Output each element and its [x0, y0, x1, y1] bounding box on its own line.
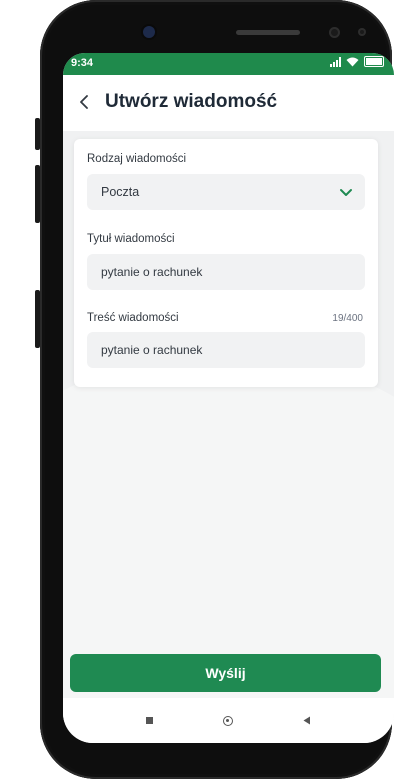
body-label: Treść wiadomości [87, 312, 179, 324]
status-icons [330, 56, 384, 67]
sensor-icon [329, 27, 340, 38]
character-counter: 19/400 [332, 313, 363, 324]
volume-button [35, 118, 40, 150]
status-time: 9:34 [71, 57, 94, 69]
dropdown-chevron-icon [340, 189, 352, 196]
body-textarea[interactable]: pytanie o rachunek [87, 332, 365, 368]
nav-home-button[interactable] [208, 698, 248, 743]
message-type-value: Poczta [101, 185, 140, 199]
subject-label: Tytuł wiadomości [87, 233, 175, 245]
page-title: Utwórz wiadomość [105, 91, 278, 112]
send-button[interactable]: Wyślij [70, 654, 381, 692]
front-camera-icon [143, 26, 155, 38]
signal-icon [330, 56, 341, 67]
nav-back-icon [303, 716, 310, 725]
android-nav-bar [63, 698, 394, 743]
nav-back-button[interactable] [287, 698, 327, 743]
battery-icon [364, 56, 384, 67]
nav-recents-icon [145, 717, 153, 724]
body-value: pytanie o rachunek [101, 343, 203, 357]
wifi-icon [346, 57, 359, 66]
status-bar: 9:34 [63, 53, 394, 75]
power-button [35, 165, 40, 223]
nav-recents-button[interactable] [129, 698, 169, 743]
message-type-label: Rodzaj wiadomości [87, 153, 187, 165]
nav-home-icon [223, 715, 233, 726]
message-form-card: Rodzaj wiadomości Poczta Tytuł wiadomośc… [74, 139, 378, 387]
subject-input[interactable]: pytanie o rachunek [87, 254, 365, 290]
bixby-button [35, 290, 40, 348]
sensor-icon [358, 28, 366, 36]
app-header: Utwórz wiadomość [63, 75, 394, 131]
back-chevron-icon[interactable] [71, 89, 97, 115]
message-type-select[interactable]: Poczta [87, 174, 365, 210]
app-screen: 9:34 Utwórz wiadomość Rodzaj wiadomości … [63, 53, 394, 743]
subject-value: pytanie o rachunek [101, 265, 203, 279]
earpiece-speaker [236, 30, 300, 35]
